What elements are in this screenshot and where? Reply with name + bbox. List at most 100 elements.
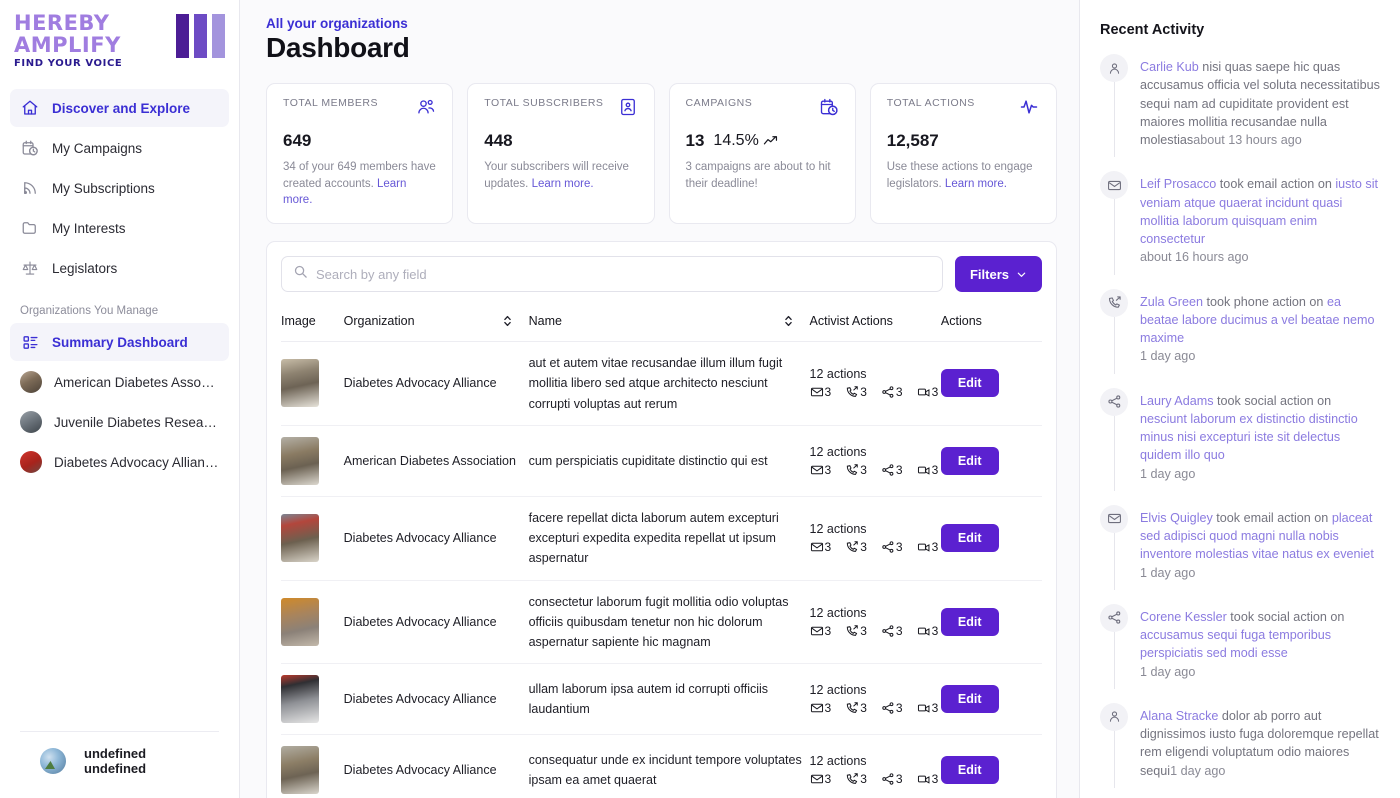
activity-item[interactable]: Alana Stracke dolor ab porro aut digniss… <box>1100 702 1380 788</box>
video-action-count: 3 <box>917 772 938 786</box>
table-row[interactable]: Diabetes Advocacy Alliance aut et autem … <box>281 341 1042 426</box>
folder-icon <box>20 218 40 238</box>
table-row[interactable]: Diabetes Advocacy Alliance consectetur l… <box>281 580 1042 665</box>
activity-item[interactable]: Corene Kessler took social action on acc… <box>1100 603 1380 703</box>
stat-value: 12,587 <box>886 131 939 150</box>
activity-actor[interactable]: Corene Kessler <box>1140 610 1227 624</box>
org-label: Juvenile Diabetes Research... <box>54 414 219 430</box>
activity-item[interactable]: Zula Green took phone action on ea beata… <box>1100 288 1380 388</box>
stat-card-total-members: TOTAL MEMBERS 649 34 of your 649 members… <box>266 83 454 225</box>
organization-thumbnail <box>281 746 319 795</box>
edit-button[interactable]: Edit <box>940 685 999 714</box>
activity-item[interactable]: Laury Adams took social action on nesciu… <box>1100 387 1380 505</box>
table-row[interactable]: Diabetes Advocacy Alliance facere repell… <box>281 496 1042 581</box>
cell-organization: American Diabetes Association <box>343 425 529 497</box>
learn-more-link[interactable]: Learn more. <box>945 178 1007 190</box>
actions-total: 12 actions <box>809 522 867 537</box>
sidebar-item-legislators[interactable]: Legislators <box>10 249 229 287</box>
cell-name: consectetur laborum fugit mollitia odio … <box>528 580 810 665</box>
video-action-count: 3 <box>917 701 938 715</box>
sidebar-user-footer[interactable]: undefined undefined <box>20 731 219 798</box>
edit-button[interactable]: Edit <box>940 369 999 398</box>
search-input[interactable] <box>316 266 931 282</box>
share-icon <box>882 773 894 785</box>
share-icon <box>882 625 894 637</box>
sidebar-item-diabetes-advocacy-alliance[interactable]: Diabetes Advocacy Alliance <box>10 443 229 481</box>
edit-button[interactable]: Edit <box>940 446 999 475</box>
avatar <box>40 748 66 774</box>
column-header-name[interactable]: Name <box>528 314 810 343</box>
activity-actor[interactable]: Laury Adams <box>1140 394 1214 408</box>
sidebar-item-american-diabetes-association[interactable]: American Diabetes Associat... <box>10 363 229 401</box>
cell-activist-actions: 12 actions 3 3 3 3 <box>809 734 941 798</box>
stat-note: 3 campaigns are about to hit their deadl… <box>685 161 831 190</box>
stat-label: TOTAL ACTIONS <box>886 97 975 109</box>
filters-button[interactable]: Filters <box>954 256 1042 293</box>
mail-icon <box>810 465 823 475</box>
activity-actor[interactable]: Leif Prosacco <box>1140 177 1216 191</box>
sidebar-item-my-campaigns[interactable]: My Campaigns <box>10 129 229 167</box>
activity-time: 1 day ago <box>1140 664 1196 679</box>
edit-button[interactable]: Edit <box>940 756 999 785</box>
actions-total: 12 actions <box>809 683 867 698</box>
table-row[interactable]: Diabetes Advocacy Alliance ullam laborum… <box>281 663 1042 736</box>
cell-actions: Edit <box>940 425 1042 497</box>
activity-target[interactable]: accusamus sequi fuga temporibus perspici… <box>1140 628 1331 660</box>
sidebar-item-juvenile-diabetes-research[interactable]: Juvenile Diabetes Research... <box>10 403 229 441</box>
logo[interactable]: HEREBY AMPLIFY FIND YOUR VOICE <box>0 0 239 83</box>
activity-item[interactable]: Carlie Kub nisi quas saepe hic quas accu… <box>1100 54 1380 171</box>
stat-label: TOTAL MEMBERS <box>283 97 378 109</box>
sidebar-item-my-interests[interactable]: My Interests <box>10 209 229 247</box>
stat-card-campaigns: CAMPAIGNS 13 14.5% 3 campaigns are about… <box>668 83 856 225</box>
sort-toggle-icon[interactable] <box>502 314 529 328</box>
sort-toggle-icon[interactable] <box>783 314 810 328</box>
cell-image <box>281 496 344 581</box>
activity-text: Leif Prosacco took email action on iusto… <box>1140 171 1380 266</box>
logo-title: HEREBY AMPLIFY <box>14 11 121 58</box>
sidebar: HEREBY AMPLIFY FIND YOUR VOICE Discover … <box>0 0 240 798</box>
sidebar-item-my-subscriptions[interactable]: My Subscriptions <box>10 169 229 207</box>
search-box[interactable] <box>281 256 943 293</box>
activity-actor[interactable]: Carlie Kub <box>1140 60 1199 74</box>
sidebar-item-discover-and-explore[interactable]: Discover and Explore <box>10 89 229 128</box>
cell-name: facere repellat dicta laborum autem exce… <box>528 496 810 581</box>
table-row[interactable]: Diabetes Advocacy Alliance consequatur u… <box>281 734 1042 798</box>
activity-actor[interactable]: Elvis Quigley <box>1140 511 1213 525</box>
org-list: Summary Dashboard American Diabetes Asso… <box>0 323 239 483</box>
activity-time: about 16 hours ago <box>1140 250 1249 265</box>
video-icon <box>917 775 930 784</box>
video-icon <box>917 466 930 475</box>
video-action-count: 3 <box>917 624 938 638</box>
table-row[interactable]: American Diabetes Association cum perspi… <box>281 425 1042 497</box>
activity-rail <box>1100 54 1128 158</box>
sidebar-item-label: My Interests <box>52 220 126 236</box>
edit-button[interactable]: Edit <box>940 607 999 636</box>
cell-activist-actions: 12 actions 3 3 3 3 <box>809 496 941 581</box>
activity-target[interactable]: nesciunt laborum ex distinctio distincti… <box>1140 412 1358 463</box>
phone-action-count: 3 <box>845 463 867 477</box>
organization-thumbnail <box>281 597 319 646</box>
cell-organization: Diabetes Advocacy Alliance <box>343 663 529 736</box>
email-action-count: 3 <box>810 701 831 715</box>
column-header-organization[interactable]: Organization <box>343 314 529 343</box>
cell-activist-actions: 12 actions 3 3 3 3 <box>809 580 941 665</box>
activity-actor[interactable]: Alana Stracke <box>1140 709 1218 723</box>
activity-actor[interactable]: Zula Green <box>1140 295 1203 309</box>
column-header-actions: Actions <box>940 314 1042 343</box>
learn-more-link[interactable]: Learn more. <box>532 178 594 190</box>
edit-button[interactable]: Edit <box>940 524 999 553</box>
activity-item[interactable]: Elvis Quigley took email action on place… <box>1100 504 1380 604</box>
sidebar-item-label: My Subscriptions <box>52 180 155 196</box>
social-action-count: 3 <box>881 624 903 638</box>
mail-icon <box>1100 171 1128 200</box>
activity-item[interactable]: Leif Prosacco took email action on iusto… <box>1100 171 1380 288</box>
sidebar-item-summary-dashboard[interactable]: Summary Dashboard <box>10 323 229 362</box>
trend-up-icon <box>763 136 777 145</box>
stat-label: CAMPAIGNS <box>685 97 753 109</box>
person-icon <box>1100 702 1128 731</box>
sidebar-item-label: Legislators <box>52 260 118 276</box>
timeline-connector <box>1113 415 1115 491</box>
cell-organization: Diabetes Advocacy Alliance <box>343 734 529 798</box>
column-header-activist-actions: Activist Actions <box>809 314 941 343</box>
column-label: Organization <box>343 314 415 329</box>
